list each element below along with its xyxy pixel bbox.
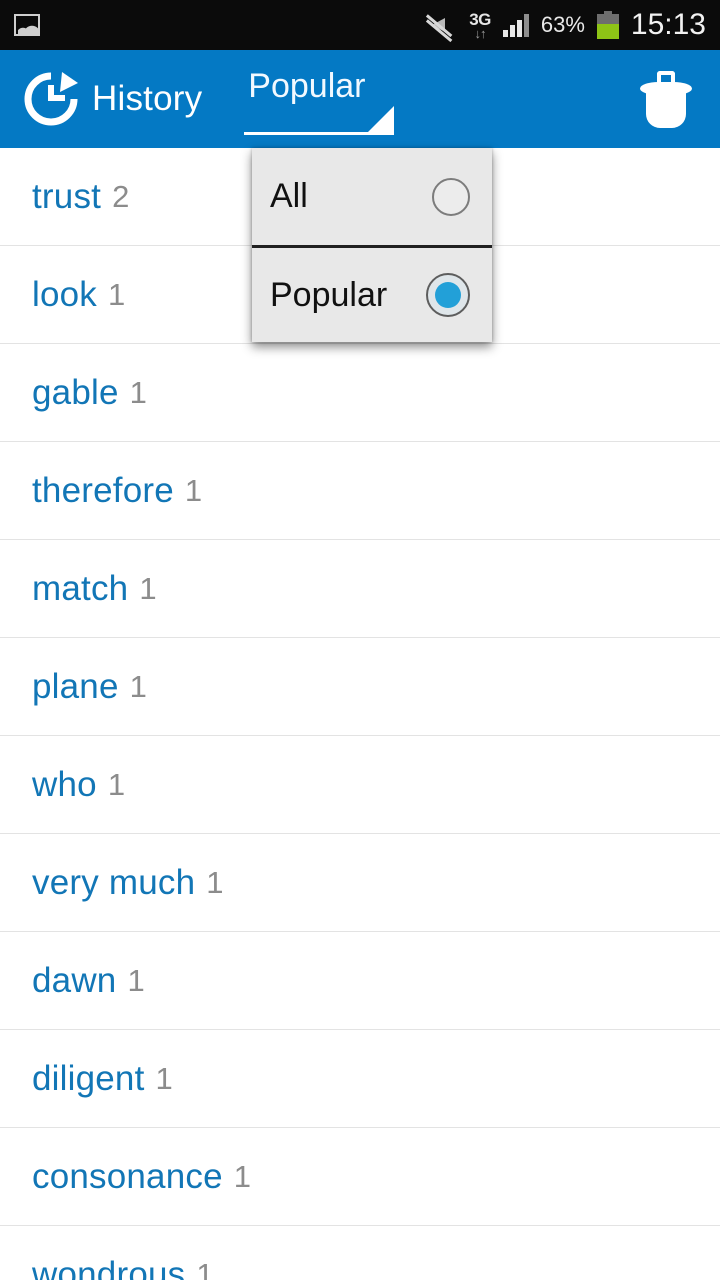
history-count: 1 [108, 276, 126, 312]
status-bar-right: 3G ↓↑ 63% 15:13 [426, 8, 706, 42]
page-title: History [92, 79, 203, 118]
history-list-item[interactable]: consonance 1 [0, 1128, 720, 1226]
history-word: gable [32, 372, 119, 412]
history-count: 1 [127, 962, 145, 998]
history-word: dawn [32, 960, 117, 1000]
history-list-item[interactable]: gable 1 [0, 344, 720, 442]
battery-percent-label: 63% [540, 12, 585, 37]
history-list-item[interactable]: therefore 1 [0, 442, 720, 540]
history-count: 1 [129, 668, 147, 704]
spinner-underline [244, 132, 395, 135]
history-count: 1 [139, 570, 157, 606]
filter-spinner-value: Popular [248, 67, 366, 105]
history-list-item[interactable]: dawn 1 [0, 932, 720, 1030]
battery-icon [596, 11, 619, 39]
history-word: plane [32, 666, 119, 706]
history-icon [22, 70, 80, 128]
history-count: 1 [184, 472, 203, 508]
data-transfer-arrows-icon: ↓↑ [474, 25, 487, 41]
signal-bars-icon [502, 13, 529, 37]
history-list-item[interactable]: match 1 [0, 540, 720, 638]
dropdown-option-label: All [270, 177, 308, 215]
network-type-label: 3G [469, 9, 491, 29]
dropdown-option-label: Popular [270, 275, 388, 314]
history-list-item[interactable]: wondrous 1 [0, 1226, 720, 1280]
history-list-item[interactable]: plane 1 [0, 638, 720, 736]
filter-spinner[interactable]: Popular [244, 63, 395, 135]
filter-dropdown-menu[interactable]: All Popular [252, 148, 492, 342]
history-word: diligent [32, 1058, 145, 1098]
history-word: match [32, 568, 129, 608]
status-bar: 3G ↓↑ 63% 15:13 [0, 0, 720, 50]
app-bar: History Popular [0, 50, 720, 148]
volume-muted-icon [426, 12, 457, 42]
network-type-icon: 3G ↓↑ [469, 11, 491, 40]
history-word: therefore [32, 470, 174, 510]
image-icon [14, 14, 40, 36]
history-count: 1 [155, 1060, 173, 1096]
history-list-item[interactable]: who 1 [0, 736, 720, 834]
history-count: 1 [206, 864, 224, 900]
delete-history-button[interactable] [636, 66, 696, 132]
history-list-item[interactable]: very much 1 [0, 834, 720, 932]
clock-label: 15:13 [630, 8, 706, 41]
history-count: 2 [112, 178, 130, 214]
trash-icon-body [646, 90, 686, 128]
history-word: look [32, 274, 98, 314]
dropdown-option[interactable]: Popular [252, 245, 492, 342]
dropdown-caret-icon [368, 106, 395, 132]
history-word: trust [32, 176, 102, 216]
history-count: 1 [107, 766, 126, 802]
dropdown-option[interactable]: All [252, 148, 492, 245]
history-word: wondrous [32, 1254, 186, 1280]
history-word: consonance [32, 1156, 223, 1196]
history-word: very much [32, 862, 196, 902]
history-count: 1 [233, 1158, 252, 1194]
radio-button-selected-icon[interactable] [426, 273, 470, 317]
phone-screen: 3G ↓↑ 63% 15:13 History Popular trust 2 … [0, 0, 720, 1280]
history-word: who [32, 764, 97, 804]
status-bar-left [14, 14, 40, 36]
radio-button-icon[interactable] [432, 177, 470, 216]
history-count: 1 [196, 1256, 214, 1280]
history-list-item[interactable]: diligent 1 [0, 1030, 720, 1128]
history-count: 1 [129, 374, 147, 410]
